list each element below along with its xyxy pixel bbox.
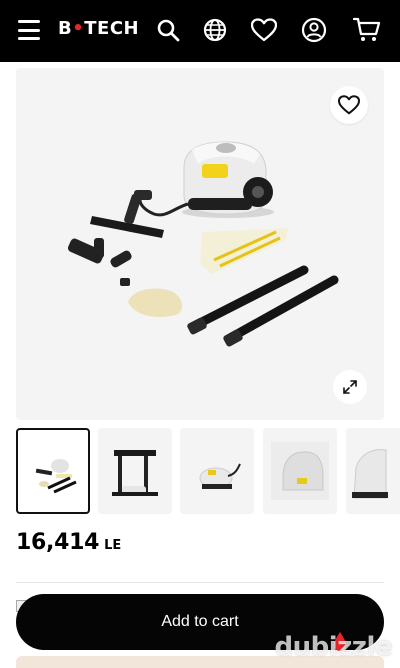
thumbnail-2[interactable]: [98, 428, 172, 514]
thumbnail-1[interactable]: [16, 428, 90, 514]
heart-icon: [338, 95, 360, 115]
user-account-icon[interactable]: [300, 16, 328, 44]
dubizzle-watermark: dubizzle: [274, 632, 393, 662]
b-tech-logo[interactable]: B•TECH: [58, 18, 139, 39]
thumbnail-5[interactable]: [346, 428, 400, 514]
wishlist-heart-icon[interactable]: [250, 16, 278, 44]
product-price: 16,414 LE: [16, 530, 121, 555]
steam-cleaner-illustration: [67, 141, 339, 347]
thumbnail-4[interactable]: [263, 428, 337, 514]
thumbnail-3[interactable]: [180, 428, 254, 514]
section-divider: [16, 582, 384, 583]
favorite-button[interactable]: [330, 86, 368, 124]
expand-icon: [343, 380, 357, 394]
menu-icon[interactable]: [18, 20, 40, 40]
price-amount: 16,414: [16, 530, 100, 555]
shopping-cart-icon[interactable]: [353, 16, 381, 44]
globe-icon[interactable]: [201, 16, 229, 44]
top-nav-bar: B•TECH: [0, 0, 400, 62]
thumbnail-strip[interactable]: [16, 428, 400, 516]
expand-image-button[interactable]: [333, 370, 367, 404]
price-currency: LE: [104, 538, 122, 553]
search-icon[interactable]: [154, 16, 182, 44]
main-product-image[interactable]: [16, 68, 384, 420]
